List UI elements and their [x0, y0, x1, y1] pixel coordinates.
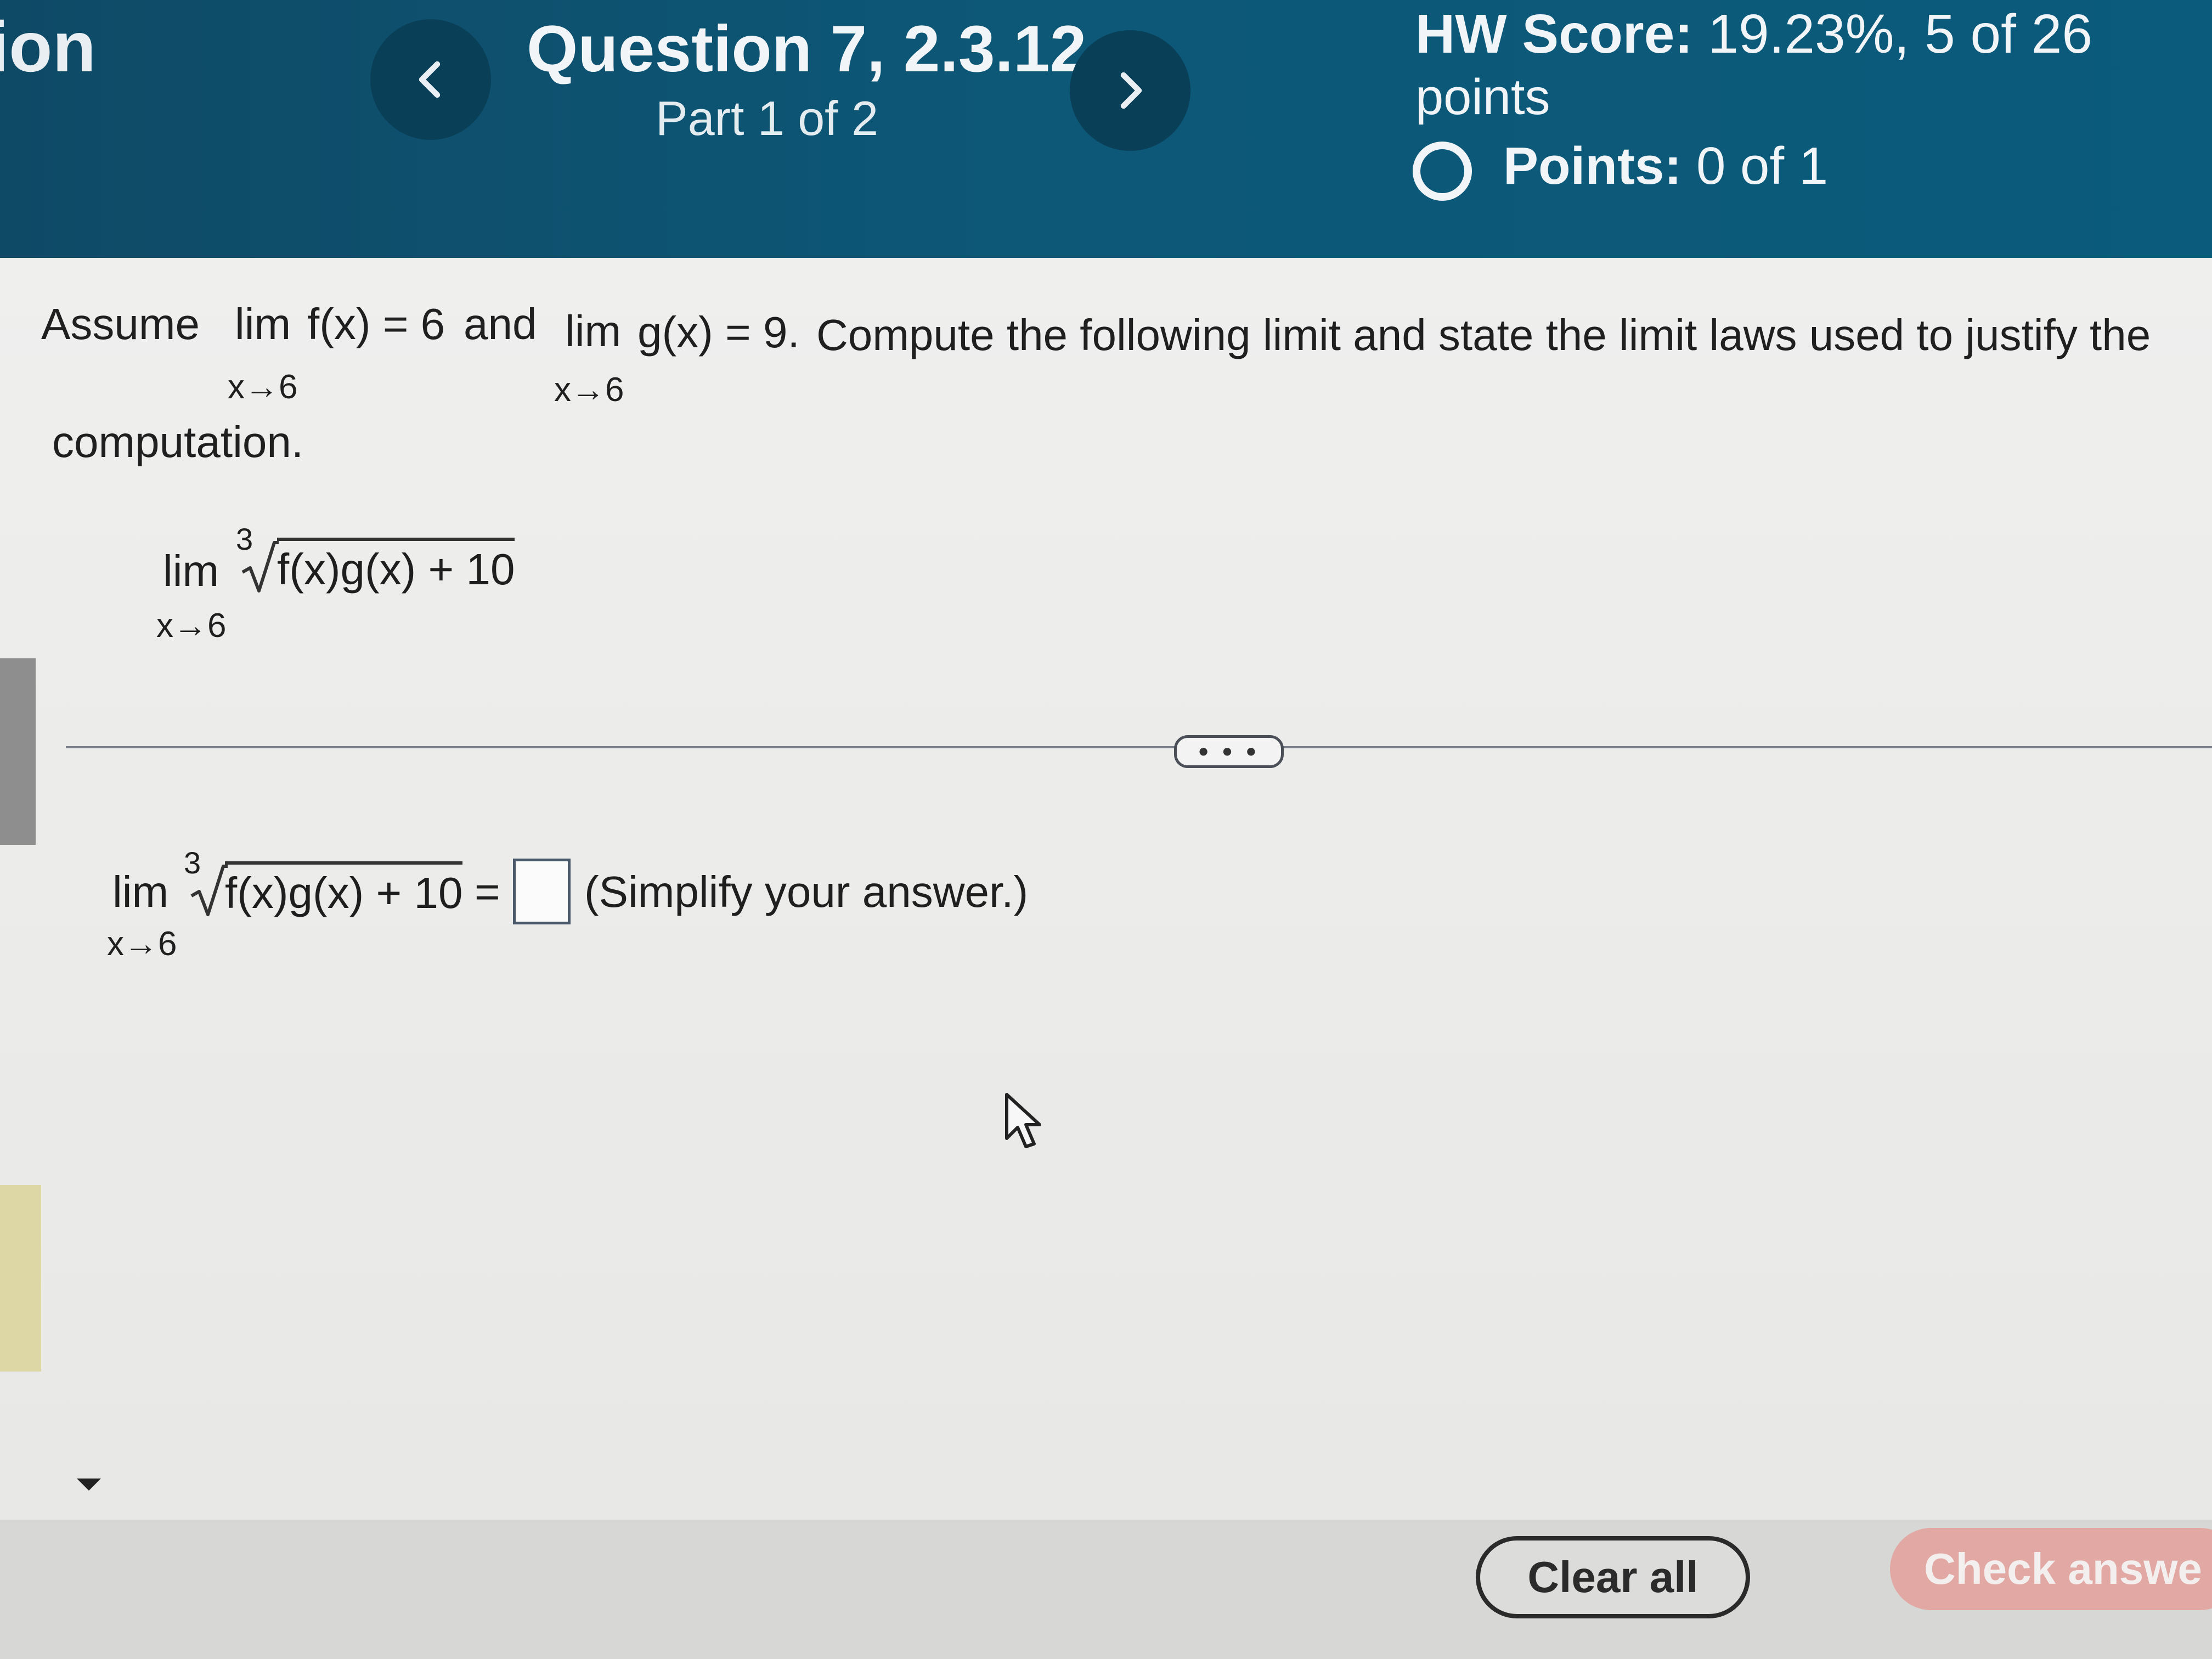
problem-approach: x→6 — [156, 607, 227, 645]
instruction-text: Compute the following limit and state th… — [816, 311, 2151, 359]
chevron-left-icon — [419, 61, 441, 98]
previous-question-button[interactable] — [370, 19, 491, 140]
lim-f-word: lim — [235, 300, 291, 348]
points-value: 0 of 1 — [1696, 137, 1829, 195]
equals-sign: = — [475, 867, 500, 916]
simplify-hint: (Simplify your answer.) — [584, 867, 1029, 916]
question-part: Part 1 of 2 — [656, 91, 879, 145]
footer-bar — [0, 1520, 2212, 1659]
section-divider — [66, 746, 2212, 748]
assume-word: Assume — [41, 300, 200, 348]
and-word: and — [464, 300, 537, 348]
cube-root-icon — [241, 541, 279, 592]
question-title: Question 7, 2.3.12 — [527, 12, 1087, 86]
caret-down-icon[interactable] — [77, 1479, 101, 1491]
points-label: Points: — [1503, 137, 1682, 195]
hw-score: HW Score: 19.23%, 5 of 26 — [1415, 3, 2092, 66]
hw-score-value: 19.23%, 5 of 26 — [1708, 3, 2092, 65]
g-limit-approach: x→6 — [554, 371, 624, 409]
hw-score-unit: points — [1415, 69, 1550, 125]
question-points: Points: 0 of 1 — [1503, 136, 1828, 196]
next-question-button[interactable] — [1070, 30, 1190, 151]
f-limit-value: f(x) = 6 — [307, 300, 445, 348]
answer-input[interactable] — [513, 859, 571, 924]
cube-root-icon — [190, 865, 228, 916]
g-limit-value: g(x) = 9. — [637, 308, 800, 357]
header-bar: ion Question 7, 2.3.12 Part 1 of 2 HW Sc… — [0, 0, 2212, 258]
answer-radicand: f(x)g(x) + 10 — [225, 861, 463, 918]
hw-score-label: HW Score: — [1415, 3, 1693, 65]
expand-more-button[interactable]: • • • — [1174, 735, 1284, 768]
answer-lim: lim — [112, 867, 169, 916]
problem-radicand: f(x)g(x) + 10 — [277, 538, 515, 595]
radio-circle-icon — [1413, 142, 1472, 201]
mouse-cursor-icon — [1005, 1093, 1041, 1148]
chevron-right-icon — [1120, 72, 1142, 109]
section-title: ion — [0, 7, 96, 87]
f-limit-approach: x→6 — [228, 368, 298, 406]
instruction-text-cont: computation. — [52, 417, 304, 466]
left-panel-edge — [0, 658, 36, 845]
clear-all-button[interactable]: Clear all — [1476, 1536, 1750, 1618]
problem-lim: lim — [163, 546, 219, 595]
left-panel-highlight — [0, 1185, 41, 1372]
check-answer-button[interactable]: Check answe — [1890, 1528, 2212, 1610]
answer-approach: x→6 — [107, 925, 177, 963]
lim-g-word: lim — [565, 307, 622, 356]
